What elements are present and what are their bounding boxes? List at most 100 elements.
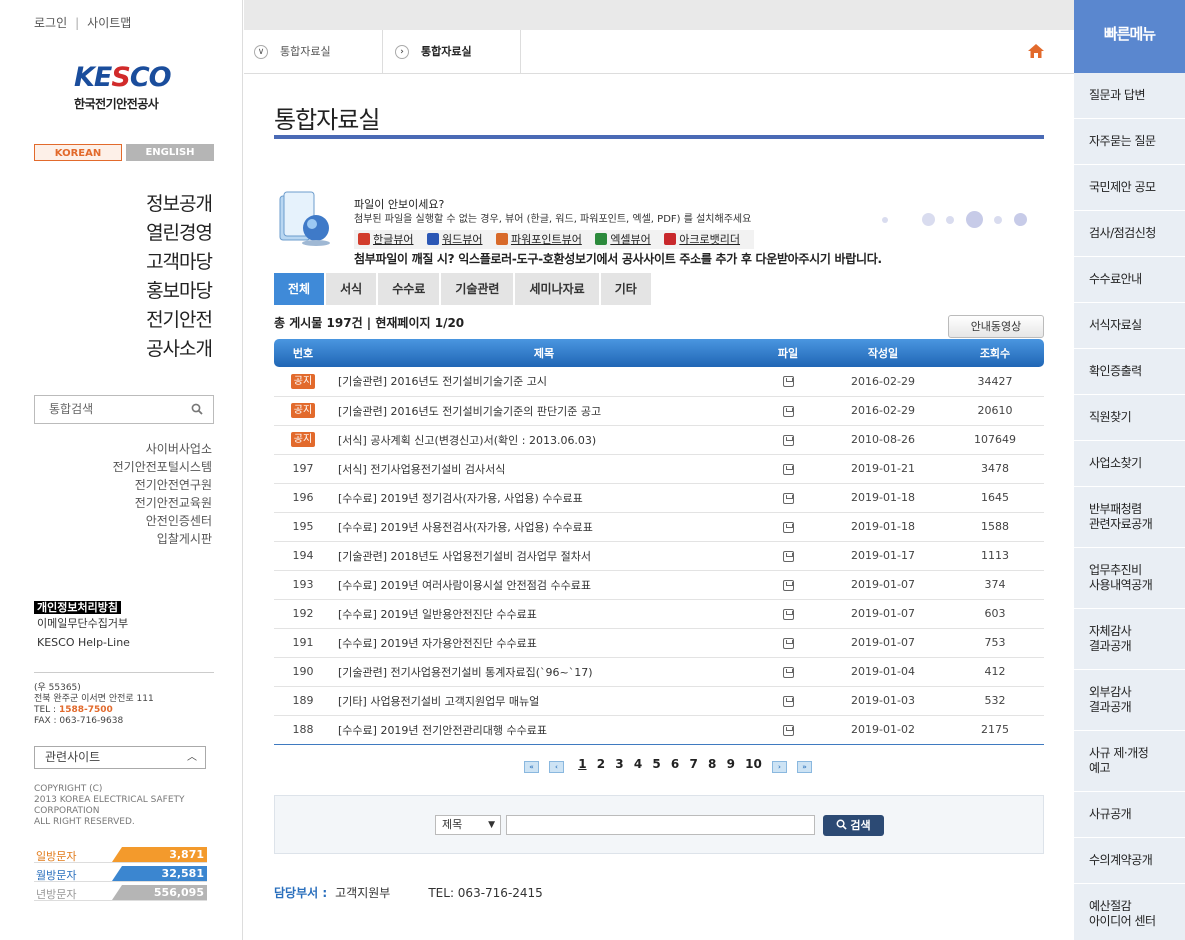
lang-korean-button[interactable]: KOREAN [34,144,122,161]
table-row[interactable]: 189 [기타] 사업용전기설비 고객지원업무 매뉴얼 2019-01-03 532 [274,686,1044,716]
table-row[interactable]: 192 [수수료] 2019년 일반용안전진단 수수료표 2019-01-07 603 [274,599,1044,629]
post-title-link[interactable]: [기타] 사업용전기설비 고객지원업무 매뉴얼 [332,686,756,716]
lang-english-button[interactable]: ENGLISH [126,144,214,161]
page-link[interactable]: 3 [615,757,623,771]
post-title-link[interactable]: [수수료] 2019년 사용전검사(자가용, 사업용) 수수료표 [332,512,756,542]
table-row[interactable]: 191 [수수료] 2019년 자가용안전진단 수수료표 2019-01-07 753 [274,628,1044,658]
tab-etc[interactable]: 기타 [600,273,651,305]
post-title-link[interactable]: [수수료] 2019년 정기검사(자가용, 사업용) 수수료표 [332,483,756,513]
table-row[interactable]: 197 [서식] 전기사업용전기설비 검사서식 2019-01-21 3478 [274,454,1044,484]
tab-technical[interactable]: 기술관련 [441,273,514,305]
hwp-viewer-link[interactable]: 한글뷰어 [358,233,413,246]
email-refusal-link[interactable]: 이메일무단수집거부 [34,614,130,633]
menu-customer[interactable]: 고객마당 [146,248,213,277]
search-field-select[interactable]: 제목 ▼ [435,815,501,835]
page-link[interactable]: 8 [708,757,716,771]
menu-pr[interactable]: 홍보마당 [146,277,213,306]
integrated-search-input[interactable]: 통합검색 [34,395,214,424]
file-icon[interactable] [782,695,794,707]
quick-menu-item[interactable]: 직원찾기 [1074,395,1185,441]
table-row[interactable]: 공지 [기술관련] 2016년도 전기설비기술기준의 판단기준 공고 2016-02… [274,396,1044,426]
quick-menu-item[interactable]: 사규공개 [1074,792,1185,838]
file-icon[interactable] [782,463,794,475]
quick-menu-item[interactable]: 외부감사 결과공개 [1074,670,1185,731]
quick-menu-item[interactable]: 수수료안내 [1074,257,1185,303]
post-title-link[interactable]: [기술관련] 전기사업용전기설비 통계자료집(`96~`17) [332,657,756,687]
menu-about[interactable]: 공사소개 [146,335,213,364]
page-link[interactable]: 7 [689,757,697,771]
quick-menu-item[interactable]: 사규 제·개정 예고 [1074,731,1185,792]
table-row[interactable]: 193 [수수료] 2019년 여러사람이용시설 안전점검 수수료표 2019-01… [274,570,1044,600]
post-title-link[interactable]: [서식] 공사계획 신고(변경신고)서(확인 : 2013.06.03) [332,425,756,455]
quick-menu-item[interactable]: 예산절감 아이디어 센터 [1074,884,1185,940]
page-link[interactable]: 6 [671,757,679,771]
breadcrumb-item[interactable]: ∨ 통합자료실 [244,30,383,74]
post-title-link[interactable]: [기술관련] 2018년도 사업용전기설비 검사업무 절차서 [332,541,756,571]
kesco-logo[interactable]: KESCO 한국전기안전공사 [74,62,172,112]
menu-info-disclosure[interactable]: 정보공개 [146,190,213,219]
menu-open-management[interactable]: 열린경영 [146,219,213,248]
login-link[interactable]: 로그인 [34,16,67,30]
quick-menu-item[interactable]: 반부패청렴 관련자료공개 [1074,487,1185,548]
table-row[interactable]: 공지 [기술관련] 2016년도 전기설비기술기준 고시 2016-02-29 344… [274,367,1044,397]
home-icon[interactable] [1028,44,1044,58]
tab-fees[interactable]: 수수료 [378,273,440,305]
table-row[interactable]: 공지 [서식] 공사계획 신고(변경신고)서(확인 : 2013.06.03) 20… [274,425,1044,455]
post-title-link[interactable]: [수수료] 2019년 자가용안전진단 수수료표 [332,628,756,658]
table-row[interactable]: 195 [수수료] 2019년 사용전검사(자가용, 사업용) 수수료표 2019-… [274,512,1044,542]
powerpoint-viewer-link[interactable]: 파워포인트뷰어 [495,233,582,246]
quick-menu-item[interactable]: 확인증출력 [1074,349,1185,395]
quick-menu-item[interactable]: 검사/점검신청 [1074,211,1185,257]
file-icon[interactable] [782,608,794,620]
table-row[interactable]: 196 [수수료] 2019년 정기검사(자가용, 사업용) 수수료표 2019-0… [274,483,1044,513]
table-row[interactable]: 188 [수수료] 2019년 전기안전관리대행 수수료표 2019-01-02 21… [274,715,1044,745]
file-icon[interactable] [782,724,794,736]
post-title-link[interactable]: [기술관련] 2016년도 전기설비기술기준 고시 [332,367,756,397]
breadcrumb-item-current[interactable]: › 통합자료실 [383,30,521,74]
tab-seminar[interactable]: 세미나자료 [515,273,599,305]
file-icon[interactable] [782,492,794,504]
last-page-button[interactable]: » [797,761,812,773]
post-title-link[interactable]: [수수료] 2019년 전기안전관리대행 수수료표 [332,715,756,745]
related-sites-select[interactable]: 관련사이트 ︿ [34,746,206,769]
tab-all[interactable]: 전체 [274,273,325,305]
acrobat-reader-link[interactable]: 아크로뱃리더 [664,233,740,246]
word-viewer-link[interactable]: 워드뷰어 [426,233,482,246]
search-keyword-input[interactable] [506,815,815,835]
prev-page-button[interactable]: ‹ [549,761,564,773]
quick-menu-item[interactable]: 질문과 답변 [1074,73,1185,119]
table-row[interactable]: 194 [기술관련] 2018년도 사업용전기설비 검사업무 절차서 2019-01… [274,541,1044,571]
file-icon[interactable] [782,579,794,591]
site-link[interactable]: 안전인증센터 [113,512,212,530]
quick-menu-item[interactable]: 업무추진비 사용내역공개 [1074,548,1185,609]
helpline-link[interactable]: KESCO Help-Line [34,633,130,652]
search-button[interactable]: 검색 [823,815,884,836]
file-icon[interactable] [782,550,794,562]
post-title-link[interactable]: [수수료] 2019년 여러사람이용시설 안전점검 수수료표 [332,570,756,600]
guide-video-button[interactable]: 안내동영상 [948,315,1044,338]
search-icon[interactable] [191,403,203,415]
site-link[interactable]: 입찰게시판 [113,530,212,548]
post-title-link[interactable]: [기술관련] 2016년도 전기설비기술기준의 판단기준 공고 [332,396,756,426]
page-link[interactable]: 2 [597,757,605,771]
first-page-button[interactable]: « [524,761,539,773]
page-link[interactable]: 5 [652,757,660,771]
next-page-button[interactable]: › [772,761,787,773]
site-link[interactable]: 전기안전연구원 [113,476,212,494]
privacy-policy-link[interactable]: 개인정보처리방침 [34,601,121,614]
post-title-link[interactable]: [서식] 전기사업용전기설비 검사서식 [332,454,756,484]
sitemap-link[interactable]: 사이트맵 [87,16,131,30]
site-link[interactable]: 사이버사업소 [113,440,212,458]
quick-menu-item[interactable]: 자주묻는 질문 [1074,119,1185,165]
quick-menu-item[interactable]: 자체감사 결과공개 [1074,609,1185,670]
file-icon[interactable] [782,521,794,533]
file-icon[interactable] [782,376,794,388]
quick-menu-item[interactable]: 수의계약공개 [1074,838,1185,884]
page-link[interactable]: 10 [745,757,762,771]
page-link[interactable]: 1 [578,757,586,771]
page-link[interactable]: 9 [727,757,735,771]
file-icon[interactable] [782,666,794,678]
quick-menu-item[interactable]: 사업소찾기 [1074,441,1185,487]
site-link[interactable]: 전기안전교육원 [113,494,212,512]
excel-viewer-link[interactable]: 엑셀뷰어 [595,233,651,246]
